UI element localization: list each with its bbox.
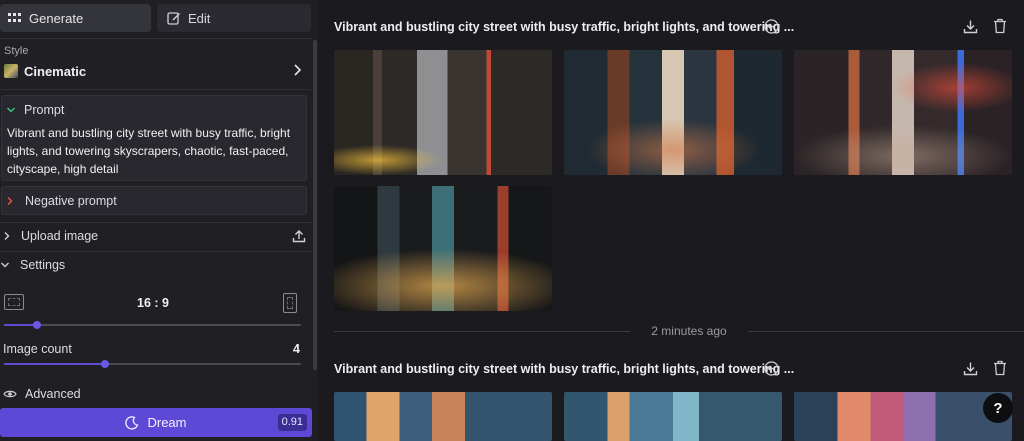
prompt-textarea[interactable]: Vibrant and bustling city street with bu… [7,124,303,178]
divider [0,222,312,223]
tab-edit-label: Edit [188,10,211,26]
moon-icon [125,415,139,430]
tab-edit[interactable]: Edit [157,4,311,32]
style-thumbnail [4,64,18,78]
prompt-label: Prompt [24,103,65,117]
generated-image[interactable] [334,186,552,311]
portrait-ratio-icon[interactable] [283,293,297,313]
image-count-slider[interactable] [4,360,301,368]
generated-image[interactable] [564,392,782,441]
dream-cost-badge: 0.91 [277,414,307,431]
generated-image[interactable] [794,50,1012,175]
advanced-toggle[interactable]: Advanced [0,385,81,403]
generation-title: Vibrant and bustling city street with bu… [334,20,795,34]
download-icon[interactable] [963,19,978,34]
slider-fill [4,363,105,365]
generation-title: Vibrant and bustling city street with bu… [334,362,795,376]
prompt-panel: Prompt Vibrant and bustling city street … [1,95,307,181]
chevron-right-icon [3,231,11,241]
style-selector[interactable]: Cinematic [0,60,310,82]
separator-line [334,331,630,332]
grid-icon [8,13,22,23]
dream-label: Dream [147,415,187,430]
generated-image[interactable] [334,392,552,441]
reuse-prompt-icon[interactable] [764,361,779,376]
upload-image-label: Upload image [21,229,99,243]
divider [0,251,312,252]
sidebar-scrollbar[interactable] [313,40,317,370]
generated-image[interactable] [564,50,782,175]
settings-toggle[interactable]: Settings [0,253,312,277]
chevron-right-icon [6,196,14,206]
reuse-prompt-icon[interactable] [764,19,779,34]
separator-line [748,331,1024,332]
trash-icon[interactable] [993,18,1007,34]
slider-handle[interactable] [100,360,109,368]
image-count-value: 4 [293,342,300,356]
help-button[interactable]: ? [983,393,1013,423]
tab-generate-label: Generate [29,10,84,26]
aspect-ratio-value: 16 : 9 [137,296,169,310]
divider [0,89,312,90]
advanced-label: Advanced [25,387,81,401]
style-value: Cinematic [24,63,87,79]
style-label: Style [4,45,29,57]
aspect-ratio-slider[interactable] [4,321,301,329]
divider [0,38,312,39]
trash-icon[interactable] [993,360,1007,376]
negative-prompt-toggle[interactable]: Negative prompt [1,186,307,215]
tab-generate[interactable]: Generate [0,4,151,32]
download-icon[interactable] [963,361,978,376]
upload-image-toggle[interactable]: Upload image [0,224,312,248]
settings-label: Settings [20,258,66,272]
chevron-down-icon [0,261,10,269]
slider-handle[interactable] [32,321,41,329]
chevron-right-icon [292,63,302,82]
prompt-toggle[interactable]: Prompt [6,103,64,117]
eye-icon [3,389,17,399]
edit-icon [167,11,181,25]
gallery: Vibrant and bustling city street with bu… [318,0,1024,441]
dream-button[interactable]: Dream 0.91 [0,408,312,437]
chevron-down-icon [6,106,16,114]
sidebar: Generate Edit Style Cinematic Prompt Vib… [0,0,318,441]
image-count-label: Image count [3,342,72,356]
slider-fill [4,324,37,326]
time-separator: 2 minutes ago [334,324,1024,338]
negative-prompt-label: Negative prompt [25,193,117,208]
time-separator-label: 2 minutes ago [651,324,727,338]
generated-image[interactable] [794,392,1012,441]
upload-icon[interactable] [292,229,306,243]
sidebar-content: Generate Edit Style Cinematic Prompt Vib… [0,0,312,441]
generated-image[interactable] [334,50,552,175]
